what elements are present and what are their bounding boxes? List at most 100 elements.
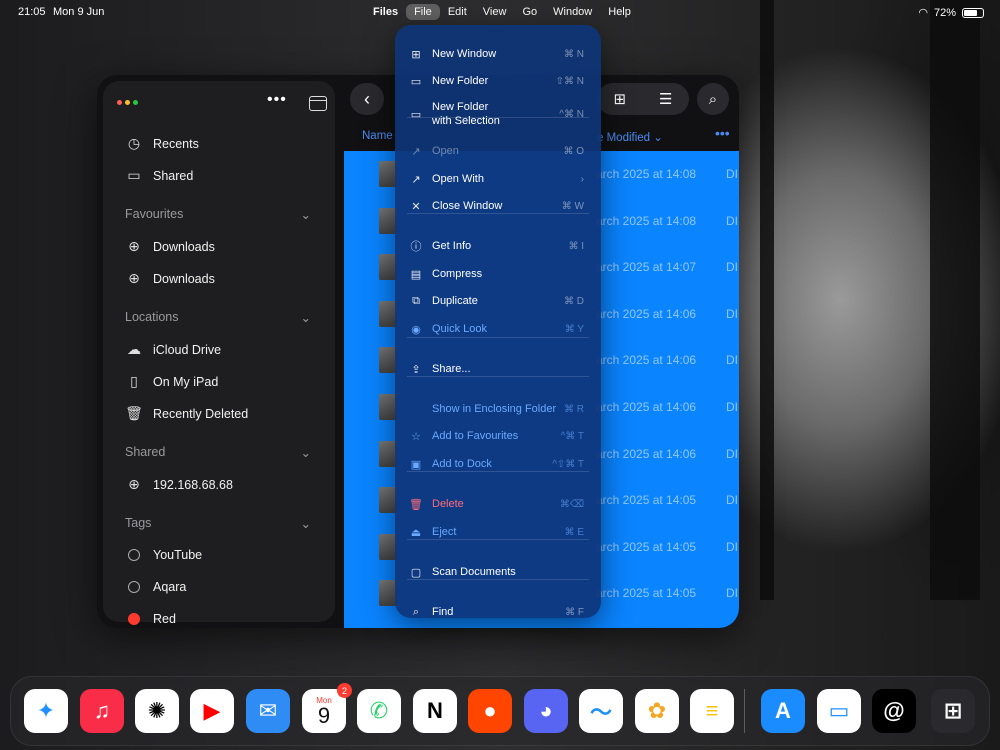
menu-item-add-to-favourites[interactable]: ☆ Add to Favourites ^⌘ T <box>395 423 601 449</box>
dock-app-discord[interactable]: ◕ <box>524 689 568 733</box>
menu-item-label: Eject <box>432 525 456 539</box>
dock-app-app-library[interactable]: ⊞ <box>931 689 975 733</box>
sidebar-item-server[interactable]: ⊕ 192.168.68.68 <box>125 476 233 493</box>
dock-app-reddit[interactable]: ● <box>468 689 512 733</box>
menu-item-scan-documents[interactable]: ▢ Scan Documents <box>395 559 601 585</box>
file-modified-date: arch 2025 at 14:05 <box>596 586 697 601</box>
menu-edit[interactable]: Edit <box>440 4 475 20</box>
trash-icon: 🗑 <box>409 498 423 511</box>
menu-item-new-folder[interactable]: ▭ New Folder ⇧⌘ N <box>395 68 601 94</box>
status-right: ◠ 72% <box>918 6 984 19</box>
sidebar-item-shared[interactable]: ▭ Shared <box>125 167 193 184</box>
menu-item-duplicate[interactable]: ⧉ Duplicate ⌘ D <box>395 288 601 314</box>
files-icon: ▭ <box>828 698 850 723</box>
dock-app-calendar[interactable]: Mon 9 2 <box>302 683 352 733</box>
close-window-dot[interactable] <box>117 100 122 105</box>
tag-empty-icon <box>128 549 140 561</box>
sidebar-item-label: Downloads <box>153 271 215 286</box>
download-icon: ⊕ <box>128 238 140 254</box>
menu-item-label: Share... <box>432 362 471 376</box>
dock-app-threads[interactable]: @ <box>872 689 916 733</box>
section-header-favourites[interactable]: Favourites ⌄ <box>125 207 311 222</box>
sidebar-item-tag-red[interactable]: Red <box>125 612 176 626</box>
menu-item-label: New Folder <box>432 74 488 88</box>
zoom-window-dot[interactable] <box>133 100 138 105</box>
menu-item-add-to-dock[interactable]: ▣ Add to Dock ^⇧⌘ T <box>395 451 601 477</box>
sidebar-item-tag-youtube[interactable]: YouTube <box>125 548 202 562</box>
sidebar-toggle-icon[interactable] <box>309 96 327 111</box>
minimize-window-dot[interactable] <box>125 100 130 105</box>
section-header-locations[interactable]: Locations ⌄ <box>125 310 311 325</box>
menu-app-name[interactable]: Files <box>365 4 406 20</box>
menu-item-shortcut: ⌘ Y <box>564 323 584 335</box>
menu-item-share[interactable]: ⇪ Share... <box>395 356 601 382</box>
dock-app-files[interactable]: ▭ <box>817 689 861 733</box>
menu-item-compress[interactable]: ▤ Compress <box>395 261 601 287</box>
app-library-icon: ⊞ <box>943 698 963 723</box>
new-folder-icon[interactable]: ⊞ <box>613 90 626 108</box>
dock-app-safari[interactable]: ✦ <box>24 689 68 733</box>
sidebar-item-icloud-drive[interactable]: ☁ iCloud Drive <box>125 341 221 358</box>
sidebar-item-recently-deleted[interactable]: 🗑 Recently Deleted <box>125 405 248 422</box>
sidebar-item-downloads[interactable]: ⊕ Downloads <box>125 238 215 255</box>
dock-app-chatgpt[interactable]: ✺ <box>135 689 179 733</box>
menu-item-new-folder-with-selection[interactable]: ▭ New Folder with Selection ^⌘ N <box>395 96 601 132</box>
chevron-down-icon: ⌄ <box>300 208 311 222</box>
menu-item-close-window[interactable]: ✕ Close Window ⌘ W <box>395 193 601 219</box>
menu-item-delete[interactable]: 🗑 Delete ⌘⌫ <box>395 491 601 517</box>
trash-icon: 🗑 <box>125 405 143 421</box>
more-icon[interactable]: ••• <box>267 91 287 109</box>
sidebar-item-tag-aqara[interactable]: Aqara <box>125 580 186 594</box>
sidebar-item-on-my-ipad[interactable]: ▯ On My iPad <box>125 373 218 390</box>
dock-app-whatsapp[interactable]: ✆ <box>357 689 401 733</box>
menu-item-label: Delete <box>432 497 464 511</box>
menu-item-new-window[interactable]: ⊞ New Window ⌘ N <box>395 41 601 67</box>
menu-item-eject[interactable]: ⏏ Eject ⌘ E <box>395 519 601 545</box>
menu-item-find[interactable]: ⌕ Find ⌘ F <box>395 599 601 625</box>
chevron-left-icon: ‹ <box>364 88 370 109</box>
section-header-shared[interactable]: Shared ⌄ <box>125 445 311 460</box>
search-icon: ⌕ <box>412 605 420 618</box>
dock-app-notes[interactable]: ≡ <box>690 689 734 733</box>
file-kind: DI <box>726 167 738 181</box>
menu-go[interactable]: Go <box>514 4 545 20</box>
dock-app-youtube[interactable]: ▶ <box>190 689 234 733</box>
menu-item-text: Quick Look <box>432 323 488 335</box>
share-icon: ⇪ <box>411 363 421 376</box>
dock-app-music[interactable]: ♫ <box>80 689 124 733</box>
notification-badge: 2 <box>337 683 352 698</box>
threads-icon: @ <box>883 698 905 723</box>
dock-app-freeform[interactable]: 〜 <box>579 689 623 733</box>
chatgpt-icon: ✺ <box>147 698 167 723</box>
section-header-tags[interactable]: Tags ⌄ <box>125 516 311 531</box>
dock-icon: ▣ <box>410 458 422 471</box>
menu-window[interactable]: Window <box>545 4 600 20</box>
reddit-icon: ● <box>483 698 497 723</box>
column-header-date[interactable]: e Modified ⌄ <box>597 130 663 144</box>
dock-app-app-store[interactable]: A <box>761 689 805 733</box>
dock-app-photos[interactable]: ✿ <box>635 689 679 733</box>
menu-item-show-in-enclosing-folder[interactable]: Show in Enclosing Folder ⌘ R <box>395 396 601 422</box>
sidebar-item-recents[interactable]: ◷ Recents <box>125 135 199 152</box>
menu-item-text: Share... <box>432 363 471 375</box>
menu-view[interactable]: View <box>475 4 515 20</box>
menu-file[interactable]: File <box>406 4 440 20</box>
menu-help[interactable]: Help <box>600 4 639 20</box>
search-button[interactable]: ⌕ <box>697 83 729 115</box>
file-kind: DI <box>726 539 738 554</box>
list-view-icon[interactable]: ☰ <box>659 90 672 108</box>
menu-item-open-with[interactable]: ↗ Open With › <box>395 166 601 192</box>
menu-item-label: Add to Dock <box>432 457 492 471</box>
dock-app-mail[interactable]: ✉ <box>246 689 290 733</box>
column-header-name[interactable]: Name <box>362 130 393 142</box>
back-button[interactable]: ‹ <box>350 83 384 115</box>
sidebar-item-downloads-2[interactable]: ⊕ Downloads <box>125 270 215 287</box>
column-more-icon[interactable]: ••• <box>715 125 730 141</box>
menu-item-quick-look[interactable]: ◉ Quick Look ⌘ Y <box>395 316 601 342</box>
menu-item-label: Show in Enclosing Folder <box>432 402 556 416</box>
menu-item-get-info[interactable]: ⓘ Get Info ⌘ I <box>395 233 601 259</box>
dock-app-notion[interactable]: N <box>413 689 457 733</box>
window-controls[interactable] <box>117 100 138 105</box>
menu-bar: 21:05 Mon 9 Jun Files File Edit View Go … <box>0 0 1000 24</box>
menu-item-text: Scan Documents <box>432 566 516 578</box>
